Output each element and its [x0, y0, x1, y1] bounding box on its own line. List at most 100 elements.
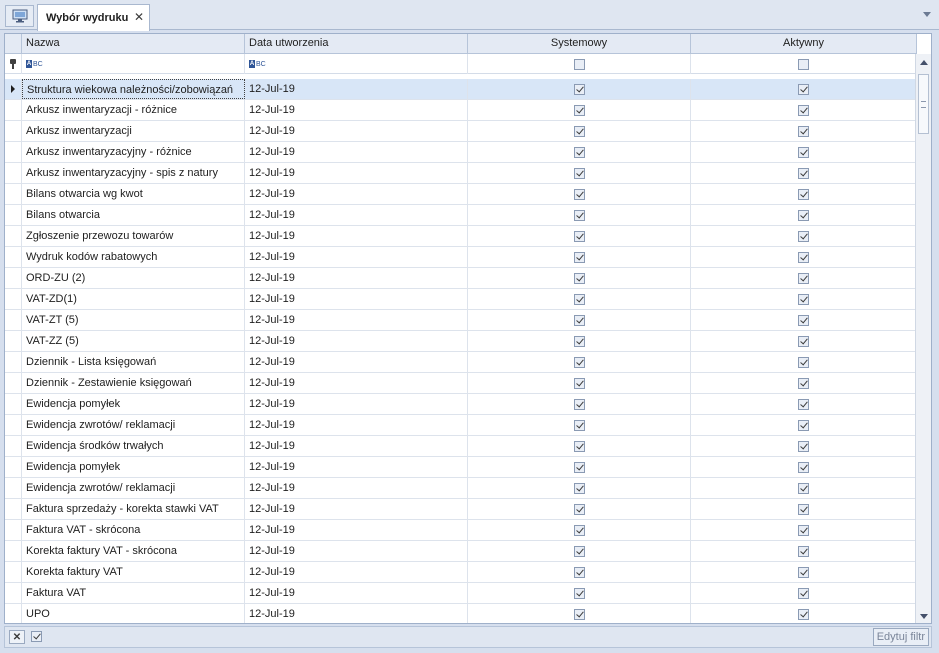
cell-active[interactable]: [691, 268, 917, 288]
cell-name[interactable]: Bilans otwarcia: [22, 205, 245, 225]
table-row[interactable]: Ewidencja zwrotów/ reklamacji 12-Jul-19: [5, 415, 917, 436]
cell-created[interactable]: 12-Jul-19: [245, 268, 468, 288]
cell-system[interactable]: [468, 499, 691, 519]
active-checkbox[interactable]: [798, 419, 809, 431]
cell-created[interactable]: 12-Jul-19: [245, 79, 468, 99]
table-row[interactable]: Arkusz inwentaryzacji 12-Jul-19: [5, 121, 917, 142]
system-checkbox[interactable]: [573, 482, 585, 494]
table-row[interactable]: Struktura wiekowa należności/zobowiązań 1…: [5, 79, 917, 100]
system-checkbox[interactable]: [573, 314, 585, 326]
active-checkbox[interactable]: [798, 566, 809, 578]
cell-created[interactable]: 12-Jul-19: [245, 457, 468, 477]
cell-name[interactable]: Faktura VAT: [22, 583, 245, 603]
active-checkbox[interactable]: [798, 314, 809, 326]
cell-name[interactable]: VAT-ZD(1): [22, 289, 245, 309]
active-checkbox[interactable]: [798, 104, 809, 116]
cell-active[interactable]: [691, 289, 917, 309]
cell-name[interactable]: Dziennik - Lista księgowań: [22, 352, 245, 372]
cell-name[interactable]: Faktura sprzedaży - korekta stawki VAT: [22, 499, 245, 519]
home-tab-button[interactable]: [5, 5, 34, 27]
filter-created[interactable]: A BC: [245, 54, 468, 74]
cell-system[interactable]: [468, 436, 691, 456]
cell-name[interactable]: Ewidencja pomyłek: [22, 457, 245, 477]
active-checkbox[interactable]: [798, 272, 809, 284]
cell-name[interactable]: Arkusz inwentaryzacyjny - spis z natury: [22, 163, 245, 183]
cell-active[interactable]: [691, 604, 917, 623]
active-checkbox[interactable]: [798, 146, 809, 158]
table-row[interactable]: Faktura VAT 12-Jul-19: [5, 583, 917, 604]
active-checkbox[interactable]: [798, 293, 809, 305]
system-checkbox[interactable]: [573, 251, 585, 263]
table-row[interactable]: VAT-ZD(1) 12-Jul-19: [5, 289, 917, 310]
cell-active[interactable]: [691, 247, 917, 267]
cell-name[interactable]: Korekta faktury VAT - skrócona: [22, 541, 245, 561]
system-checkbox[interactable]: [573, 335, 585, 347]
close-icon[interactable]: ✕: [134, 11, 144, 23]
filter-enabled-checkbox[interactable]: [31, 631, 42, 642]
system-checkbox[interactable]: [573, 377, 585, 389]
active-checkbox[interactable]: [798, 461, 809, 473]
cell-active[interactable]: [691, 163, 917, 183]
active-checkbox[interactable]: [798, 356, 809, 368]
cell-system[interactable]: [468, 583, 691, 603]
cell-system[interactable]: [468, 562, 691, 582]
column-header-created[interactable]: Data utworzenia: [245, 34, 468, 54]
cell-active[interactable]: [691, 79, 917, 99]
filter-system-checkbox[interactable]: [573, 58, 585, 70]
active-checkbox[interactable]: [798, 440, 809, 452]
table-row[interactable]: Dziennik - Zestawienie księgowań 12-Jul-1…: [5, 373, 917, 394]
cell-name[interactable]: Ewidencja pomyłek: [22, 394, 245, 414]
system-checkbox[interactable]: [573, 440, 585, 452]
clear-filter-button[interactable]: ✕: [9, 630, 25, 644]
cell-system[interactable]: [468, 331, 691, 351]
cell-active[interactable]: [691, 205, 917, 225]
filter-active-checkbox[interactable]: [798, 58, 809, 70]
edit-filter-button[interactable]: Edytuj filtr: [872, 628, 929, 646]
column-header-name[interactable]: Nazwa: [22, 34, 245, 54]
cell-created[interactable]: 12-Jul-19: [245, 415, 468, 435]
cell-name[interactable]: Wydruk kodów rabatowych: [22, 247, 245, 267]
cell-system[interactable]: [468, 520, 691, 540]
active-checkbox[interactable]: [798, 251, 809, 263]
system-checkbox[interactable]: [573, 293, 585, 305]
cell-created[interactable]: 12-Jul-19: [245, 184, 468, 204]
table-row[interactable]: Arkusz inwentaryzacyjny - spis z natury 1…: [5, 163, 917, 184]
cell-system[interactable]: [468, 268, 691, 288]
cell-name[interactable]: Korekta faktury VAT: [22, 562, 245, 582]
cell-created[interactable]: 12-Jul-19: [245, 352, 468, 372]
cell-active[interactable]: [691, 331, 917, 351]
cell-name[interactable]: Arkusz inwentaryzacji - różnice: [22, 100, 245, 120]
system-checkbox[interactable]: [573, 146, 585, 158]
cell-name[interactable]: VAT-ZT (5): [22, 310, 245, 330]
cell-system[interactable]: [468, 205, 691, 225]
filter-active[interactable]: [691, 54, 917, 74]
system-checkbox[interactable]: [573, 461, 585, 473]
cell-created[interactable]: 12-Jul-19: [245, 121, 468, 141]
system-checkbox[interactable]: [573, 503, 585, 515]
column-header-system[interactable]: Systemowy: [468, 34, 691, 54]
cell-name[interactable]: Ewidencja zwrotów/ reklamacji: [22, 478, 245, 498]
filter-name[interactable]: A BC: [22, 54, 245, 74]
cell-name[interactable]: Ewidencja zwrotów/ reklamacji: [22, 415, 245, 435]
cell-created[interactable]: 12-Jul-19: [245, 100, 468, 120]
active-checkbox[interactable]: [798, 83, 809, 95]
cell-system[interactable]: [468, 289, 691, 309]
cell-active[interactable]: [691, 499, 917, 519]
cell-active[interactable]: [691, 520, 917, 540]
cell-name[interactable]: Ewidencja środków trwałych: [22, 436, 245, 456]
cell-active[interactable]: [691, 394, 917, 414]
table-row[interactable]: VAT-ZT (5) 12-Jul-19: [5, 310, 917, 331]
chevron-down-icon[interactable]: [923, 12, 931, 17]
active-checkbox[interactable]: [798, 230, 809, 242]
table-row[interactable]: VAT-ZZ (5) 12-Jul-19: [5, 331, 917, 352]
cell-created[interactable]: 12-Jul-19: [245, 373, 468, 393]
cell-system[interactable]: [468, 163, 691, 183]
cell-created[interactable]: 12-Jul-19: [245, 310, 468, 330]
cell-active[interactable]: [691, 478, 917, 498]
active-checkbox[interactable]: [798, 587, 809, 599]
cell-name[interactable]: VAT-ZZ (5): [22, 331, 245, 351]
cell-name[interactable]: Arkusz inwentaryzacyjny - różnice: [22, 142, 245, 162]
scrollbar-thumb[interactable]: [918, 74, 929, 134]
system-checkbox[interactable]: [573, 83, 585, 95]
cell-system[interactable]: [468, 373, 691, 393]
